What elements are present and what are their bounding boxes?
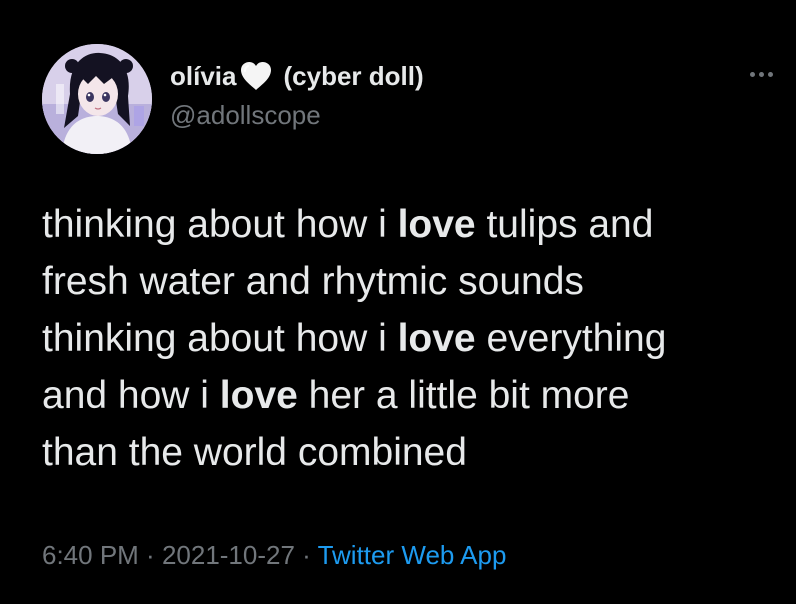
bold-word: love	[219, 374, 298, 417]
separator: ·	[138, 540, 162, 570]
tweet-text: thinking about how i love tulips and fre…	[42, 196, 782, 481]
avatar[interactable]	[42, 44, 152, 154]
anime-avatar-image	[42, 44, 152, 154]
tweet-line: fresh water and rhytmic sounds	[42, 253, 782, 310]
tweet-date[interactable]: 2021-10-27	[162, 540, 295, 570]
tweet-card: olívia (cyber doll) @adollscope thinking…	[0, 0, 796, 604]
bold-word: love	[397, 317, 476, 360]
tweet-line: and how i love her a little bit more	[42, 367, 782, 424]
bold-word: love	[397, 203, 476, 246]
tweet-line: thinking about how i love everything	[42, 310, 782, 367]
author-handle[interactable]: @adollscope	[170, 100, 321, 131]
tweet-line: than the world combined	[42, 424, 782, 481]
display-name-suffix[interactable]: (cyber doll)	[283, 61, 423, 92]
tweet-source-link[interactable]: Twitter Web App	[318, 540, 507, 570]
dot-icon	[768, 71, 773, 77]
text-segment: than the world combined	[42, 431, 467, 474]
text-segment: everything	[475, 317, 667, 360]
separator: ·	[294, 540, 318, 570]
tweet-time[interactable]: 6:40 PM	[42, 540, 139, 570]
dot-icon	[759, 71, 764, 77]
text-segment: her a little bit more	[297, 374, 630, 417]
text-segment: tulips and	[475, 203, 654, 246]
display-name[interactable]: olívia	[170, 61, 236, 92]
more-options-icon[interactable]	[750, 66, 786, 82]
white-heart-icon	[239, 60, 273, 92]
text-segment: fresh water and rhytmic sounds	[42, 260, 584, 303]
tweet-meta: 6:40 PM · 2021-10-27 · Twitter Web App	[42, 540, 506, 571]
text-segment: thinking about how i	[42, 203, 398, 246]
dot-icon	[750, 71, 755, 77]
text-segment: and how i	[42, 374, 220, 417]
tweet-line: thinking about how i love tulips and	[42, 196, 782, 253]
author-name-row[interactable]: olívia (cyber doll)	[170, 58, 424, 94]
text-segment: thinking about how i	[42, 317, 398, 360]
